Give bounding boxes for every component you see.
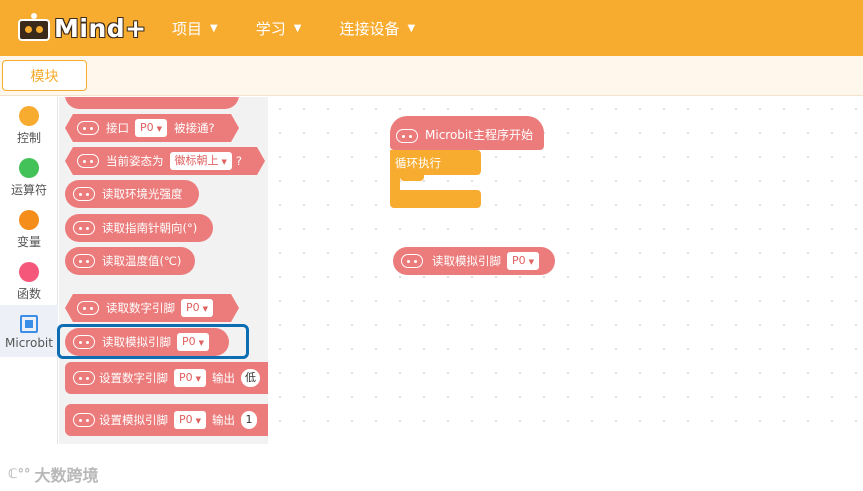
block-text: 读取环境光强度 — [102, 187, 183, 201]
block-suffix: 被接通? — [174, 121, 215, 135]
microbit-icon — [77, 154, 99, 168]
category-label: Microbit — [5, 336, 53, 350]
control-dot-icon — [19, 106, 39, 126]
menu-learn[interactable]: 学习 ▼ — [256, 18, 302, 39]
pin-dropdown[interactable]: P0 ▼ — [174, 411, 207, 429]
block-text: 读取温度值(℃) — [102, 254, 182, 268]
menu-learn-label: 学习 — [255, 19, 286, 38]
palette-block-light-level[interactable]: 读取环境光强度 — [65, 180, 199, 208]
logo-text: Mind+ — [54, 13, 147, 43]
pin-dropdown[interactable]: P0 ▼ — [135, 119, 167, 137]
block-text: 当前姿态为 — [106, 154, 164, 168]
microbit-icon — [77, 301, 99, 315]
block-text: 读取模拟引脚 — [432, 254, 501, 268]
highlight-box — [57, 324, 249, 359]
block-palette: 接口 P0 ▼ 被接通? 当前姿态为 徽标朝上 ▼ ? 读取环境光强度 读取指南针朝… — [59, 97, 268, 444]
code-workspace[interactable] — [268, 97, 863, 444]
watermark-text: 大数跨境 — [34, 466, 99, 485]
watermark: ℂ°° 大数跨境 — [8, 462, 99, 486]
workspace-block-main-program[interactable]: Microbit主程序开始 — [390, 116, 544, 150]
pin-dropdown[interactable]: P0 ▼ — [174, 369, 207, 387]
microbit-icon — [401, 254, 423, 268]
microbit-icon — [77, 121, 99, 135]
workspace-block-analog-read[interactable]: 读取模拟引脚 P0 ▼ — [393, 247, 555, 275]
robot-logo-icon — [16, 13, 52, 43]
palette-block-pin-touched[interactable]: 接口 P0 ▼ 被接通? — [65, 114, 239, 142]
category-operators[interactable]: 运算符 — [0, 153, 58, 203]
microbit-icon — [396, 129, 418, 143]
functions-dot-icon — [19, 262, 39, 282]
menu-connect-device[interactable]: 连接设备 ▼ — [339, 18, 415, 39]
menu-project[interactable]: 项目 ▼ — [172, 18, 218, 39]
block-text: Microbit主程序开始 — [425, 128, 533, 142]
caret-down-icon: ▼ — [293, 22, 302, 34]
value-field[interactable]: 低 — [241, 369, 261, 387]
top-bar: Mind+ 项目 ▼ 学习 ▼ 连接设备 ▼ — [0, 0, 863, 56]
block-text: 设置数字引脚 — [99, 371, 168, 385]
category-functions[interactable]: 函数 — [0, 257, 58, 307]
block-text: 读取指南针朝向(°) — [102, 221, 198, 235]
category-microbit[interactable]: Microbit — [0, 305, 58, 357]
caret-down-icon: ▼ — [407, 22, 416, 34]
block-text: 读取数字引脚 — [106, 301, 175, 315]
palette-block-gesture[interactable]: 当前姿态为 徽标朝上 ▼ ? — [65, 147, 265, 175]
output-label: 输出 — [212, 371, 236, 385]
menu-project-label: 项目 — [172, 19, 203, 38]
workspace-block-forever[interactable]: 循环执行 — [390, 150, 481, 175]
microbit-icon — [73, 371, 95, 385]
main-menu: 项目 ▼ 学习 ▼ 连接设备 ▼ — [172, 0, 453, 56]
operators-dot-icon — [19, 158, 39, 178]
palette-block-temperature[interactable]: 读取温度值(℃) — [65, 247, 195, 275]
category-control[interactable]: 控制 — [0, 101, 58, 151]
output-label: 输出 — [212, 413, 236, 427]
tab-row: 模块 — [0, 56, 863, 96]
palette-block-analog-write[interactable]: 设置模拟引脚 P0 ▼ 输出 1 — [65, 404, 268, 436]
caret-down-icon: ▼ — [210, 22, 218, 34]
app-logo: Mind+ — [16, 4, 147, 52]
block-text: 设置模拟引脚 — [99, 413, 168, 427]
category-variables[interactable]: 变量 — [0, 205, 58, 255]
pin-dropdown[interactable]: P0 ▼ — [181, 299, 213, 317]
watermark-mark: ℂ°° — [8, 466, 31, 482]
category-label: 变量 — [16, 235, 41, 249]
palette-block-partial[interactable] — [65, 97, 239, 109]
category-label: 控制 — [16, 131, 41, 145]
chip-icon — [20, 315, 38, 333]
footer: ℂ°° 大数跨境 — [0, 444, 863, 491]
palette-block-compass[interactable]: 读取指南针朝向(°) — [65, 214, 213, 242]
pin-dropdown[interactable]: P0 ▼ — [507, 252, 540, 270]
loop-notch — [400, 175, 424, 181]
gesture-dropdown[interactable]: 徽标朝上 ▼ — [170, 152, 232, 170]
block-suffix: ? — [235, 154, 242, 168]
loop-bottom[interactable] — [390, 190, 481, 208]
tab-blocks[interactable]: 模块 — [2, 60, 87, 91]
microbit-icon — [73, 413, 95, 427]
variables-dot-icon — [19, 210, 39, 230]
category-list: 控制 运算符 变量 函数 Microbit — [0, 97, 58, 444]
microbit-icon — [73, 254, 95, 268]
category-label: 函数 — [16, 287, 41, 301]
category-label: 运算符 — [10, 183, 47, 197]
loop-side — [390, 175, 400, 190]
palette-block-digital-read[interactable]: 读取数字引脚 P0 ▼ — [65, 294, 239, 322]
value-field[interactable]: 1 — [241, 411, 258, 429]
microbit-icon — [73, 221, 95, 235]
block-text: 接口 — [106, 121, 129, 135]
menu-connect-label: 连接设备 — [339, 19, 400, 38]
microbit-icon — [73, 187, 95, 201]
palette-block-digital-write[interactable]: 设置数字引脚 P0 ▼ 输出 低 — [65, 362, 268, 394]
